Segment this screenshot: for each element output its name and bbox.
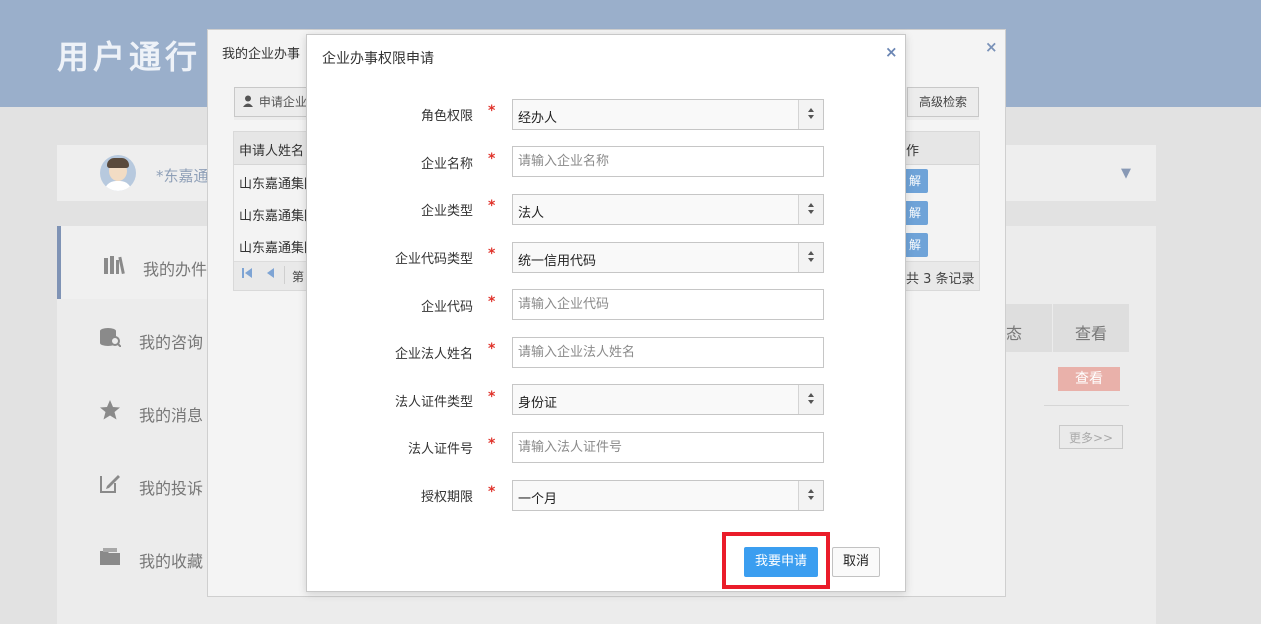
required-mark: * — [488, 389, 496, 405]
page-title: 用户通行 — [57, 38, 202, 76]
apply-enterprise-button[interactable]: 申请企业 — [234, 87, 312, 117]
select-arrows-icon — [798, 385, 823, 414]
required-mark: * — [488, 436, 496, 452]
label-company-code: 企业代码 — [420, 300, 473, 315]
sidebar-item-label: 我的办件 — [143, 260, 208, 279]
prev-page-icon[interactable] — [266, 267, 274, 282]
dialog-title: 我的企业办事 — [222, 47, 301, 62]
dialog-title: 企业办事权限申请 — [322, 51, 434, 67]
label-id-number: 法人证件号 — [407, 442, 473, 457]
folder-icon — [99, 546, 121, 566]
label-legal-name: 企业法人姓名 — [394, 347, 473, 362]
auth-period-select[interactable]: 一个月 — [512, 480, 824, 511]
label-code-type: 企业代码类型 — [394, 252, 473, 267]
pager-page-label: 第 — [292, 270, 305, 284]
column-header-operation: 作 — [906, 144, 920, 159]
id-type-select[interactable]: 身份证 — [512, 384, 824, 415]
sidebar-item-label: 我的咨询 — [139, 333, 204, 352]
user-add-icon — [243, 95, 259, 109]
required-mark: * — [488, 198, 496, 214]
legal-name-input[interactable] — [512, 337, 824, 368]
sidebar-item-label: 我的消息 — [139, 406, 204, 425]
role-select[interactable]: 经办人 — [512, 99, 824, 130]
company-code-input[interactable] — [512, 289, 824, 320]
select-arrows-icon — [798, 100, 823, 129]
more-button[interactable]: 更多>> — [1059, 425, 1123, 449]
column-header-name: 申请人姓名 — [239, 144, 305, 159]
view-button[interactable]: 查看 — [1058, 367, 1120, 391]
required-mark: * — [488, 341, 496, 357]
database-search-icon — [99, 327, 122, 348]
id-number-input[interactable] — [512, 432, 824, 463]
selected-value: 统一信用代码 — [518, 254, 597, 269]
close-icon[interactable]: × — [985, 38, 998, 56]
selected-value: 身份证 — [518, 396, 558, 411]
required-mark: * — [488, 103, 496, 119]
permission-apply-dialog: 企业办事权限申请 × 角色权限 * 经办人 企业名称 * 企业类型 * 法人 企… — [306, 34, 906, 592]
code-type-select[interactable]: 统一信用代码 — [512, 242, 824, 273]
edit-note-icon — [99, 473, 121, 493]
select-arrows-icon — [798, 195, 823, 224]
company-type-select[interactable]: 法人 — [512, 194, 824, 225]
star-icon — [99, 400, 121, 420]
column-header-view: 查看 — [1053, 304, 1129, 352]
selected-value: 法人 — [518, 206, 545, 221]
cancel-button[interactable]: 取消 — [832, 547, 880, 577]
required-mark: * — [488, 294, 496, 310]
divider — [1044, 405, 1129, 406]
books-icon — [103, 254, 125, 275]
required-mark: * — [488, 246, 496, 262]
first-page-icon[interactable] — [242, 267, 252, 282]
username: *东嘉通 — [156, 167, 209, 185]
button-label: 申请企业 — [258, 95, 307, 109]
required-mark: * — [488, 484, 496, 500]
label-role: 角色权限 — [420, 109, 473, 124]
required-mark: * — [488, 151, 496, 167]
label-company-name: 企业名称 — [420, 157, 473, 172]
selected-value: 经办人 — [518, 111, 558, 126]
sidebar-item-label: 我的投诉 — [139, 479, 204, 498]
record-count: 共 3 条记录 — [906, 272, 975, 287]
selected-value: 一个月 — [518, 492, 558, 507]
label-id-type: 法人证件类型 — [394, 395, 473, 410]
sidebar-item-label: 我的收藏 — [139, 552, 204, 571]
company-name-input[interactable] — [512, 146, 824, 177]
label-company-type: 企业类型 — [420, 204, 473, 219]
chevron-down-icon[interactable]: ▼ — [1121, 166, 1131, 181]
close-icon[interactable]: × — [885, 43, 898, 61]
avatar[interactable] — [100, 155, 136, 191]
pager-divider — [284, 266, 285, 284]
label-auth-period: 授权期限 — [420, 490, 473, 505]
advanced-search-button[interactable]: 高级检索 — [907, 87, 979, 117]
select-arrows-icon — [798, 481, 823, 510]
select-arrows-icon — [798, 243, 823, 272]
submit-application-button[interactable]: 我要申请 — [744, 547, 818, 577]
